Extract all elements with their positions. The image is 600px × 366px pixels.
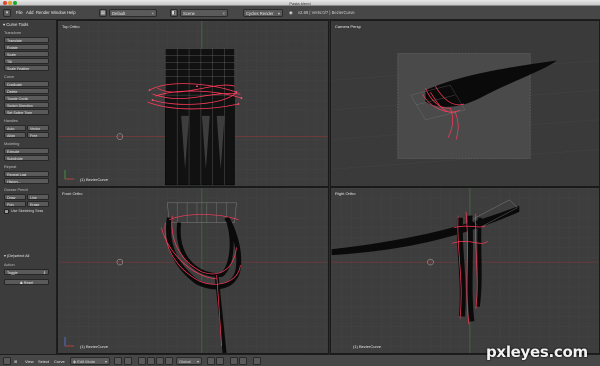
viewport-right-ortho[interactable]: Right Ortho (1) BezierCurve xyxy=(330,187,600,354)
proportional-edit-icon[interactable] xyxy=(216,357,224,365)
rotate-manipulator-icon[interactable] xyxy=(156,357,164,365)
section-repeat: Repeat xyxy=(4,165,17,169)
pxleyes-watermark: pxleyes.com xyxy=(486,343,588,361)
scene-stats: v2.69 | Verts:0/7 | BezierCurve xyxy=(298,10,355,15)
snap-element-icon[interactable] xyxy=(239,357,247,365)
curve-menu[interactable]: Curve xyxy=(54,358,65,365)
toggle-cyclic-button[interactable]: Toggle Cyclic xyxy=(4,95,49,101)
use-sketching-checkbox[interactable] xyxy=(4,209,9,214)
extrude-button[interactable]: Extrude xyxy=(4,148,49,154)
menu-render[interactable]: Render xyxy=(36,9,50,17)
rotate-button[interactable]: Rotate xyxy=(4,44,49,50)
view-menu[interactable]: View xyxy=(25,358,34,365)
manipulator-toggle-icon[interactable] xyxy=(138,357,146,365)
repeat-last-button[interactable]: Repeat Last xyxy=(4,171,49,177)
toggle-menus-icon[interactable]: ⊞ xyxy=(14,358,17,365)
right-ortho-label: Right Ortho xyxy=(335,191,356,196)
scene-icon[interactable]: ◧ xyxy=(170,9,178,17)
action-select[interactable]: Toggle ⇕ xyxy=(4,269,49,275)
switch-direction-button[interactable]: Switch Direction xyxy=(4,102,49,108)
render-engine-select[interactable]: Cycles Render ▾ xyxy=(243,9,283,17)
window-title: Pasta.blend xyxy=(289,0,311,6)
top-ortho-scene xyxy=(58,21,328,186)
top-ortho-object-name: (1) BezierCurve xyxy=(80,177,109,182)
auto-button[interactable]: Auto xyxy=(4,125,26,131)
delete-button[interactable]: Delete xyxy=(4,88,49,94)
scene-select[interactable]: Scene × xyxy=(180,9,228,17)
translate-button[interactable]: Translate xyxy=(4,37,49,43)
axis-gizmo-front-icon xyxy=(64,337,74,347)
right-ortho-scene xyxy=(331,188,599,353)
top-ortho-label: Top Ortho xyxy=(62,24,80,29)
screen-layout-icon[interactable]: ▦ xyxy=(99,9,107,17)
section-curve: Curve xyxy=(4,75,15,79)
viewport-shading-icon[interactable] xyxy=(114,357,122,365)
tool-shelf: ▾ Curve Tools Transform Translate Rotate… xyxy=(0,20,57,354)
blender-logo-icon: ◉ xyxy=(289,10,293,15)
line-button[interactable]: Line xyxy=(27,194,49,200)
free-button[interactable]: Free xyxy=(27,132,49,138)
section-modeling: Modeling xyxy=(4,142,20,146)
section-transform: Transform xyxy=(4,31,22,35)
menu-add[interactable]: Add xyxy=(26,9,33,17)
scale-button[interactable]: Scale xyxy=(4,51,49,57)
action-label: Action xyxy=(4,263,15,267)
reset-button[interactable]: ◉ Reset xyxy=(4,279,49,285)
front-ortho-object-name: (1) BezierCurve xyxy=(80,344,109,349)
viewport-top-ortho[interactable]: Top Ortho (1) BezierCurve xyxy=(57,20,329,187)
use-sketching-label: Use Sketching Sess xyxy=(11,209,44,213)
select-menu[interactable]: Select xyxy=(38,358,49,365)
editor-type-3d-icon[interactable] xyxy=(3,357,11,365)
layer-icon[interactable] xyxy=(207,357,215,365)
section-handles: Handles xyxy=(4,119,18,123)
menu-window[interactable]: Window xyxy=(51,9,66,17)
viewport-front-ortho[interactable]: Front Ortho (1) BezierCurve xyxy=(57,187,329,354)
erase-button[interactable]: Erase xyxy=(27,201,49,207)
snap-toggle-icon[interactable] xyxy=(230,357,238,365)
camera-persp-label: Camera Persp xyxy=(335,24,361,29)
vector-button[interactable]: Vector xyxy=(27,125,49,131)
front-ortho-label: Front Ortho xyxy=(62,191,83,196)
subdivide-button[interactable]: Subdivide xyxy=(4,155,49,161)
tool-shelf-title[interactable]: ▾ Curve Tools xyxy=(3,22,28,27)
render-preview-icon[interactable] xyxy=(253,357,261,365)
editor-type-icon[interactable]: ▾ xyxy=(3,9,11,17)
operator-panel-title[interactable]: ▾ (De)select All xyxy=(4,253,29,258)
section-grease-pencil: Grease Pencil xyxy=(4,188,28,192)
mode-select[interactable]: ◈ Edit Mode ▾ xyxy=(70,357,110,365)
translate-manipulator-icon[interactable] xyxy=(147,357,155,365)
tilt-button[interactable]: Tilt xyxy=(4,58,49,64)
set-spline-type-button[interactable]: Set Spline Type xyxy=(4,109,49,115)
layout-select[interactable]: Default × xyxy=(109,9,157,17)
scale-manipulator-icon[interactable] xyxy=(165,357,173,365)
transform-orientation-select[interactable]: Global ▾ xyxy=(176,357,202,365)
axis-gizmo-icon xyxy=(64,170,74,180)
camera-persp-scene xyxy=(331,21,599,186)
align-button[interactable]: Align xyxy=(4,132,26,138)
scale-feather-button[interactable]: Scale Feather xyxy=(4,65,49,71)
menu-help[interactable]: Help xyxy=(67,9,76,17)
viewport-camera-persp[interactable]: Camera Persp xyxy=(330,20,600,187)
draw-button[interactable]: Draw xyxy=(4,194,26,200)
duplicate-button[interactable]: Duplicate xyxy=(4,81,49,87)
pivot-point-icon[interactable] xyxy=(124,357,132,365)
menu-file[interactable]: File xyxy=(16,9,23,17)
front-ortho-scene xyxy=(58,188,328,353)
right-ortho-object-name: (1) BezierCurve xyxy=(353,344,382,349)
poly-button[interactable]: Poly xyxy=(4,201,26,207)
history-button[interactable]: History... xyxy=(4,178,49,184)
info-header: ▾ File Add Render Window Help ▦ Default ×… xyxy=(0,6,600,20)
